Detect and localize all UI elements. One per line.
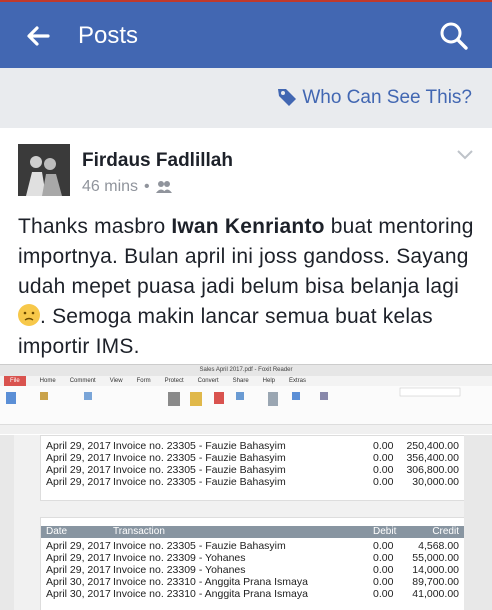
- app-bar: Posts: [0, 0, 492, 68]
- menu-protect: Protect: [164, 378, 184, 384]
- pdf-menu-bar: File Home Comment View Form Protect Conv…: [0, 376, 492, 386]
- pdf-right-panel: [464, 435, 492, 610]
- cell-transaction: Invoice no. 23310 - Anggita Prana Ismaya: [113, 588, 308, 600]
- table-row: April 29, 2017 Invoice no. 23305 - Fauzi…: [41, 464, 465, 476]
- avatar[interactable]: [18, 144, 70, 196]
- menu-form: Form: [136, 378, 151, 384]
- disappointed-emoji-icon: [18, 304, 40, 326]
- table-row: April 30, 2017 Invoice no. 23310 - Anggi…: [41, 576, 465, 588]
- post-text-part3: . Semoga makin lancar semua buat kelas i…: [18, 305, 433, 358]
- cell-date: April 29, 2017: [46, 564, 111, 576]
- cell-credit: 41,000.00: [412, 588, 459, 600]
- cell-debit: 0.00: [373, 552, 394, 564]
- cell-date: April 29, 2017: [46, 552, 111, 564]
- separator-dot: •: [144, 178, 150, 195]
- post-card: Firdaus Fadlillah 46 mins • Thanks masbr…: [0, 128, 492, 610]
- pdf-page-2: Date Transaction Debit Credit April 29, …: [40, 517, 466, 610]
- post-text-part1: Thanks masbro: [18, 215, 172, 238]
- table-row: April 29, 2017 Invoice no. 23309 - Yohan…: [41, 564, 465, 576]
- cell-credit: 14,000.00: [412, 564, 459, 576]
- cell-date: April 29, 2017: [46, 540, 111, 552]
- cell-date: April 30, 2017: [46, 588, 111, 600]
- cell-debit: 0.00: [373, 476, 394, 488]
- menu-convert: Convert: [197, 378, 219, 384]
- post-meta: 46 mins •: [82, 178, 172, 196]
- author-name[interactable]: Firdaus Fadlillah: [82, 150, 233, 172]
- menu-file: File: [4, 376, 26, 386]
- cell-date: April 29, 2017: [46, 464, 111, 476]
- menu-share: Share: [232, 378, 249, 384]
- post-time[interactable]: 46 mins: [82, 178, 138, 196]
- table-row: April 29, 2017 Invoice no. 23309 - Yohan…: [41, 552, 465, 564]
- cell-date: April 29, 2017: [46, 452, 111, 464]
- who-can-see-link[interactable]: Who Can See This?: [302, 86, 472, 110]
- menu-comment: Comment: [69, 378, 96, 384]
- menu-home: Home: [39, 378, 56, 384]
- search-icon[interactable]: [438, 20, 470, 52]
- pdf-doc-tabs: [0, 425, 492, 434]
- menu-help: Help: [262, 378, 275, 384]
- attached-screenshot[interactable]: Sales April 2017.pdf - Foxit Reader File…: [0, 364, 492, 610]
- tag-icon: [278, 89, 296, 106]
- cell-credit: 30,000.00: [412, 476, 459, 488]
- cell-date: April 29, 2017: [46, 476, 111, 488]
- cell-debit: 0.00: [373, 540, 394, 552]
- table-row: April 29, 2017 Invoice no. 23305 - Fauzi…: [41, 452, 465, 464]
- cell-debit: 0.00: [373, 440, 394, 452]
- page-title: Posts: [78, 22, 139, 49]
- table-header: Date Transaction Debit Credit: [41, 526, 465, 538]
- post-text: Thanks masbro Iwan Kenrianto buat mentor…: [18, 212, 482, 362]
- cell-transaction: Invoice no. 23305 - Fauzie Bahasyim: [113, 464, 286, 476]
- menu-extras: Extras: [289, 378, 307, 384]
- header-credit: Credit: [432, 526, 459, 537]
- cell-transaction: Invoice no. 23310 - Anggita Prana Ismaya: [113, 576, 308, 588]
- pdf-document-area: April 29, 2017 Invoice no. 23305 - Fauzi…: [0, 435, 492, 610]
- cell-credit: 356,400.00: [406, 452, 459, 464]
- cell-credit: 4,568.00: [418, 540, 459, 552]
- cell-credit: 250,400.00: [406, 440, 459, 452]
- table-row: April 29, 2017 Invoice no. 23305 - Fauzi…: [41, 440, 465, 452]
- header-date: Date: [46, 526, 68, 537]
- cell-debit: 0.00: [373, 464, 394, 476]
- cell-transaction: Invoice no. 23309 - Yohanes: [113, 564, 246, 576]
- cell-date: April 29, 2017: [46, 440, 111, 452]
- pdf-page-1: April 29, 2017 Invoice no. 23305 - Fauzi…: [40, 435, 466, 501]
- cell-debit: 0.00: [373, 588, 394, 600]
- cell-transaction: Invoice no. 23305 - Fauzie Bahasyim: [113, 440, 286, 452]
- cell-debit: 0.00: [373, 564, 394, 576]
- menu-view: View: [109, 378, 123, 384]
- cell-credit: 306,800.00: [406, 464, 459, 476]
- pdf-window-title: Sales April 2017.pdf - Foxit Reader: [0, 365, 492, 376]
- cell-credit: 55,000.00: [412, 552, 459, 564]
- cell-date: April 30, 2017: [46, 576, 111, 588]
- mention-link[interactable]: Iwan Kenrianto: [171, 215, 324, 238]
- cell-credit: 89,700.00: [412, 576, 459, 588]
- cell-transaction: Invoice no. 23305 - Fauzie Bahasyim: [113, 452, 286, 464]
- header-debit: Debit: [373, 526, 397, 537]
- friends-audience-icon: [155, 181, 172, 193]
- cell-transaction: Invoice no. 23305 - Fauzie Bahasyim: [113, 540, 286, 552]
- table-row: April 30, 2017 Invoice no. 23310 - Anggi…: [41, 588, 465, 600]
- header-transaction: Transaction: [113, 526, 165, 537]
- cell-transaction: Invoice no. 23309 - Yohanes: [113, 552, 246, 564]
- cell-debit: 0.00: [373, 576, 394, 588]
- table-row: April 29, 2017 Invoice no. 23305 - Fauzi…: [41, 540, 465, 552]
- privacy-bar: Who Can See This?: [0, 68, 492, 126]
- pdf-left-toolbar: [0, 435, 14, 610]
- chevron-down-icon[interactable]: [456, 148, 474, 160]
- cell-debit: 0.00: [373, 452, 394, 464]
- pdf-ribbon: [0, 386, 492, 425]
- back-arrow-icon[interactable]: [22, 20, 54, 52]
- ribbon-toolbar-icons: [6, 387, 461, 406]
- table-row: April 29, 2017 Invoice no. 23305 - Fauzi…: [41, 476, 465, 488]
- cell-transaction: Invoice no. 23305 - Fauzie Bahasyim: [113, 476, 286, 488]
